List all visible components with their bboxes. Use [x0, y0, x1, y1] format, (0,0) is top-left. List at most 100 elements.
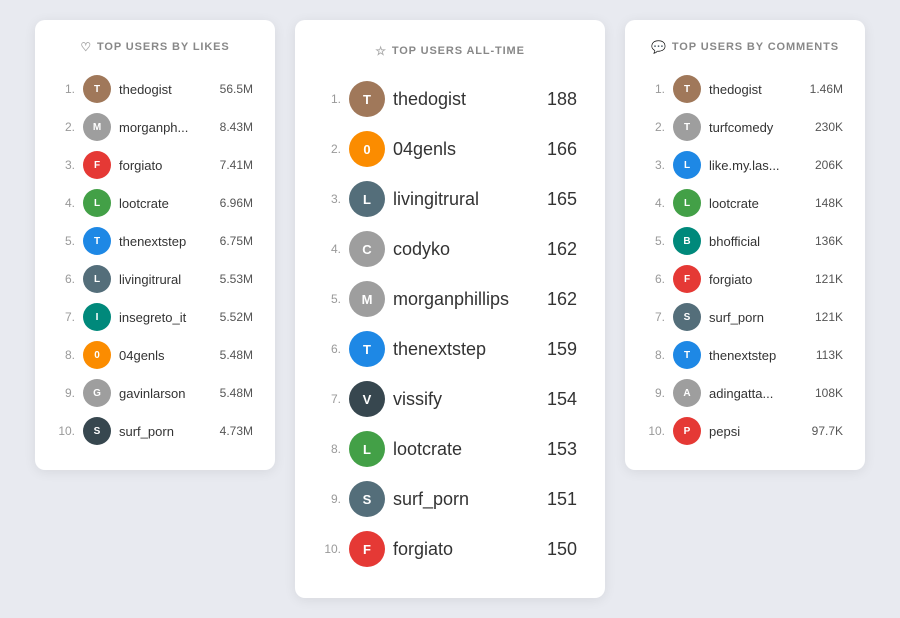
- username-label: forgiato: [119, 158, 212, 173]
- list-item: 10. Ppepsi 97.7K: [647, 412, 843, 450]
- avatar: T: [83, 75, 111, 103]
- rank-label: 8.: [647, 348, 665, 362]
- value-label: 4.73M: [220, 424, 253, 438]
- value-label: 162: [547, 289, 577, 310]
- value-label: 5.53M: [220, 272, 253, 286]
- rank-label: 9.: [323, 492, 341, 506]
- list-item: 6. Tthenextstep 159: [323, 324, 577, 374]
- avatar: T: [673, 113, 701, 141]
- rank-label: 9.: [647, 386, 665, 400]
- avatar: L: [83, 189, 111, 217]
- list-item: 8.Tthenextstep113K: [647, 336, 843, 374]
- list-item: 4.Llootcrate6.96M: [57, 184, 253, 222]
- username-label: lootcrate: [393, 439, 539, 460]
- star-icon: ☆: [375, 44, 387, 58]
- avatar: F: [349, 531, 385, 567]
- username-label: thenextstep: [709, 348, 808, 363]
- username-label: codyko: [393, 239, 539, 260]
- list-item: 5.Bbhofficial136K: [647, 222, 843, 260]
- username-label: thedogist: [709, 82, 802, 97]
- username-label: lootcrate: [119, 196, 212, 211]
- rank-label: 10.: [647, 424, 665, 438]
- heart-icon: ♡: [80, 40, 92, 54]
- value-label: 162: [547, 239, 577, 260]
- list-item: 7.Ssurf_porn121K: [647, 298, 843, 336]
- value-label: 136K: [815, 234, 843, 248]
- avatar: S: [673, 303, 701, 331]
- list-item: 5. Mmorganphillips 162: [323, 274, 577, 324]
- comments-card-header: 💬 TOP USERS BY COMMENTS: [647, 40, 843, 54]
- avatar: T: [349, 331, 385, 367]
- username-label: 04genls: [393, 139, 539, 160]
- rank-label: 4.: [57, 196, 75, 210]
- username-label: turfcomedy: [709, 120, 807, 135]
- username-label: morganphillips: [393, 289, 539, 310]
- username-label: thedogist: [393, 89, 539, 110]
- username-label: gavinlarson: [119, 386, 212, 401]
- likes-list: 1.Tthedogist56.5M2.Mmorganph...8.43M3.Ff…: [57, 70, 253, 450]
- list-item: 5.Tthenextstep6.75M: [57, 222, 253, 260]
- value-label: 97.7K: [812, 424, 843, 438]
- rank-label: 4.: [323, 242, 341, 256]
- list-item: 6.Llivingitrural5.53M: [57, 260, 253, 298]
- username-label: adingatta...: [709, 386, 807, 401]
- avatar: F: [673, 265, 701, 293]
- likes-card-header: ♡ TOP USERS BY LIKES: [57, 40, 253, 54]
- value-label: 165: [547, 189, 577, 210]
- avatar: A: [673, 379, 701, 407]
- list-item: 1.Tthedogist1.46M: [647, 70, 843, 108]
- value-label: 188: [547, 89, 577, 110]
- list-item: 4. Ccodyko 162: [323, 224, 577, 274]
- avatar: C: [349, 231, 385, 267]
- list-item: 9.Ssurf_porn151: [323, 474, 577, 524]
- rank-label: 6.: [323, 342, 341, 356]
- value-label: 166: [547, 139, 577, 160]
- list-item: 3.Fforgiato7.41M: [57, 146, 253, 184]
- avatar: P: [673, 417, 701, 445]
- value-label: 230K: [815, 120, 843, 134]
- value-label: 150: [547, 539, 577, 560]
- rank-label: 5.: [57, 234, 75, 248]
- comments-card-title: TOP USERS BY COMMENTS: [672, 41, 839, 53]
- rank-label: 5.: [323, 292, 341, 306]
- list-item: 10. Fforgiato 150: [323, 524, 577, 574]
- value-label: 7.41M: [220, 158, 253, 172]
- username-label: thenextstep: [393, 339, 539, 360]
- rank-label: 1.: [647, 82, 665, 96]
- avatar: L: [83, 265, 111, 293]
- username-label: morganph...: [119, 120, 212, 135]
- alltime-card: ☆ TOP USERS ALL-TIME 1.Tthedogist1882.00…: [295, 20, 605, 598]
- likes-card: ♡ TOP USERS BY LIKES 1.Tthedogist56.5M2.…: [35, 20, 275, 470]
- rank-label: 10.: [323, 542, 341, 556]
- avatar: T: [83, 227, 111, 255]
- list-item: 2. 0 04genls 166: [323, 124, 577, 174]
- username-label: livingitrural: [119, 272, 212, 287]
- value-label: 151: [547, 489, 577, 510]
- username-label: 04genls: [119, 348, 212, 363]
- username-label: forgiato: [709, 272, 807, 287]
- value-label: 121K: [815, 310, 843, 324]
- value-label: 1.46M: [810, 82, 843, 96]
- username-label: pepsi: [709, 424, 804, 439]
- rank-label: 2.: [647, 120, 665, 134]
- list-item: 2.Mmorganph...8.43M: [57, 108, 253, 146]
- avatar: B: [673, 227, 701, 255]
- rank-label: 10.: [57, 424, 75, 438]
- alltime-list: 1.Tthedogist1882.004genls1663.Llivingitr…: [323, 74, 577, 574]
- list-item: 8.004genls5.48M: [57, 336, 253, 374]
- avatar: 0: [349, 131, 385, 167]
- avatar: I: [83, 303, 111, 331]
- username-label: forgiato: [393, 539, 539, 560]
- value-label: 159: [547, 339, 577, 360]
- value-label: 108K: [815, 386, 843, 400]
- rank-label: 7.: [647, 310, 665, 324]
- rank-label: 3.: [647, 158, 665, 172]
- list-item: 6.Fforgiato121K: [647, 260, 843, 298]
- value-label: 148K: [815, 196, 843, 210]
- rank-label: 3.: [323, 192, 341, 206]
- rank-label: 9.: [57, 386, 75, 400]
- value-label: 5.52M: [220, 310, 253, 324]
- rank-label: 8.: [323, 442, 341, 456]
- avatar: M: [349, 281, 385, 317]
- rank-label: 2.: [323, 142, 341, 156]
